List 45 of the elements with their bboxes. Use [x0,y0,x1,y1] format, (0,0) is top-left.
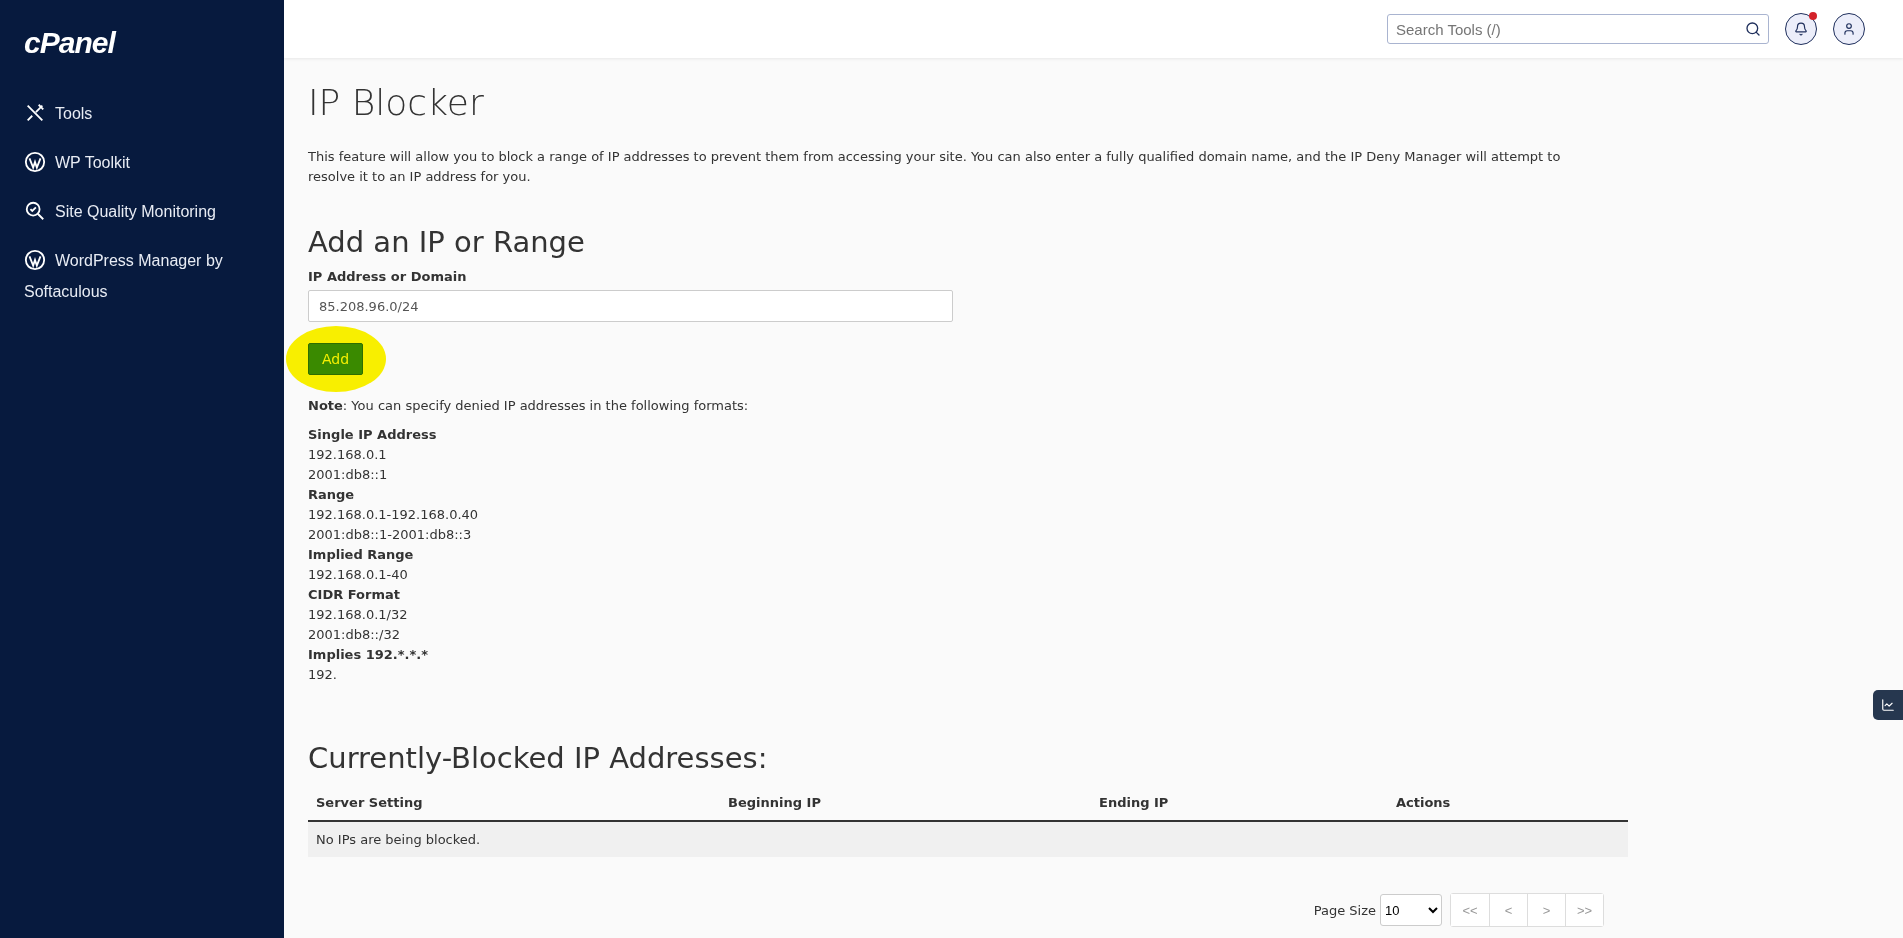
format-example: 2001:db8::/32 [308,626,401,644]
empty-message: No IPs are being blocked. [308,822,1628,857]
wordpress-icon [24,249,46,271]
stats-button[interactable] [1873,690,1903,720]
format-example: 192.168.0.1-40 [308,566,409,584]
magnifier-check-icon [24,200,46,222]
column-header: Actions [1395,794,1452,812]
format-heading: Implies 192.*.*.* [308,646,430,664]
sidebar-item[interactable]: Site Quality Monitoring [0,196,284,227]
format-example: 192.168.0.1/32 [308,606,409,624]
column-header: Server Setting [315,794,424,812]
wordpress-icon [24,151,46,173]
sidebar-item[interactable]: Tools [0,98,284,129]
format-heading: Range [308,486,356,504]
section-title: Add an IP or Range [308,225,585,259]
ip-input-field[interactable]: 85.208.96.0/24 [308,290,953,322]
notifications-button[interactable] [1785,13,1817,45]
page-title: IP Blocker [308,82,484,123]
format-heading: Single IP Address [308,426,438,444]
format-example: 192.168.0.1-192.168.0.40 [308,506,480,524]
user-button[interactable] [1833,13,1865,45]
sidebar-item[interactable]: WP Toolkit [0,147,284,178]
format-heading: CIDR Format [308,586,401,604]
search-field[interactable]: Search Tools (/) [1387,14,1769,44]
column-header: Beginning IP [727,794,822,812]
format-example: 2001:db8::1 [308,466,389,484]
format-example: 192.168.0.1 [308,446,388,464]
format-example: 2001:db8::1-2001:db8::3 [308,526,473,544]
bell-icon [1794,22,1808,36]
section-title: Currently-Blocked IP Addresses: [308,741,768,775]
page-size-label: Page Size [1313,902,1376,918]
note-text: Note: You can specify denied IP addresses in the following formats: [308,398,750,413]
user-icon [1842,22,1856,36]
logo: cPanel [23,26,115,60]
column-header: Ending IP [1098,794,1170,812]
field-label: IP Address or Domain [308,269,467,284]
format-example: 192. [308,666,338,684]
page-size-select[interactable]: 10 [1380,894,1442,926]
add-button[interactable]: Add [308,343,364,375]
description: This feature will allow you to block a range of IP addresses to prevent them from accessing your site. You can also enter a fully qualified domain name, and the IP Deny Manager will attempt to resolve it to an IP address for you. [308,148,1562,186]
sidebar-item[interactable]: WordPress Manager by Softaculous [0,245,284,307]
search-icon [1745,21,1761,37]
tools-icon [24,102,46,124]
chart-icon [1881,698,1895,712]
format-heading: Implied Range [308,546,415,564]
